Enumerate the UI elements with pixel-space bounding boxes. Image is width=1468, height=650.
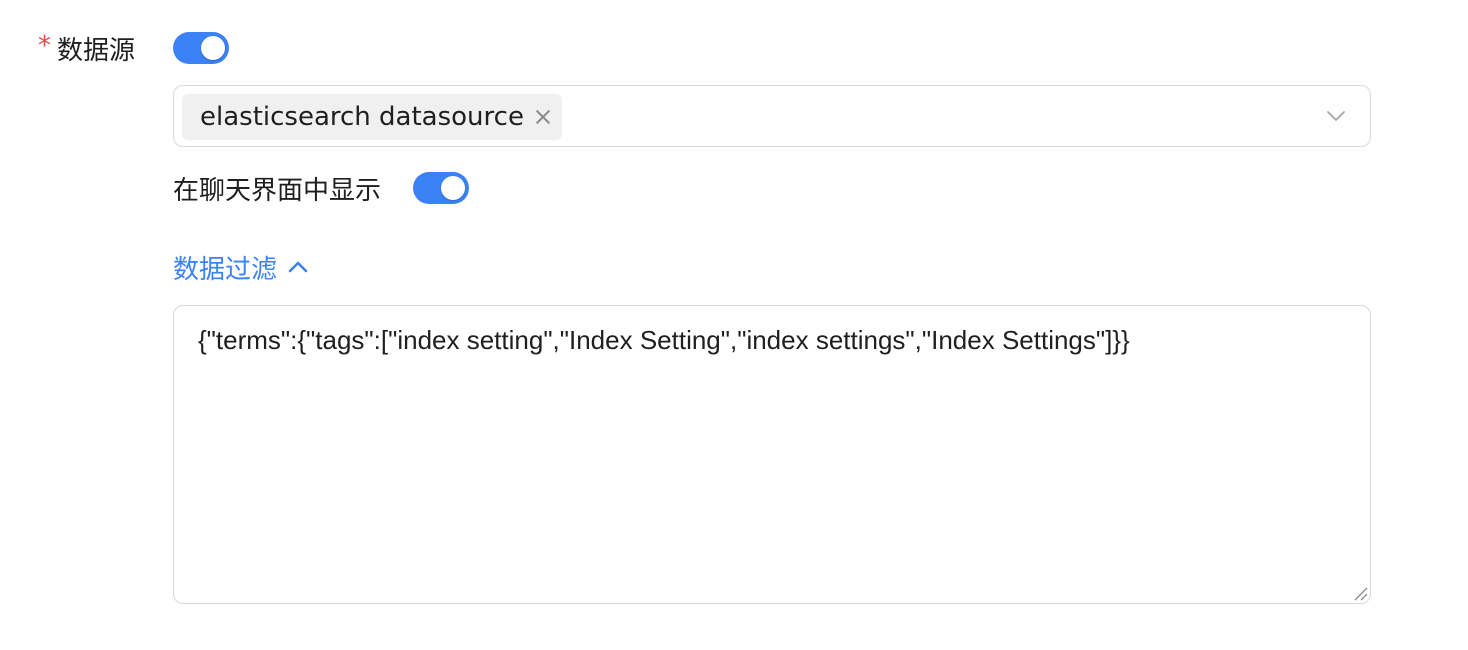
close-icon[interactable] [534,108,552,126]
data-filter-toggle[interactable]: 数据过滤 [173,247,309,287]
chevron-up-icon [288,261,308,273]
show-in-chat-label: 在聊天界面中显示 [173,175,382,206]
resize-handle-icon[interactable] [1352,585,1368,601]
datasource-field-label: * 数据源 [38,28,135,68]
selected-tag-label: elasticsearch datasource [200,102,524,132]
datasource-label: 数据源 [57,35,136,66]
data-filter-label: 数据过滤 [173,254,278,285]
data-filter-textarea[interactable]: {"terms":{"tags":["index setting","Index… [173,305,1371,604]
required-mark: * [38,31,51,61]
datasource-select[interactable]: elasticsearch datasource [173,85,1371,147]
switch-knob [441,176,465,200]
chevron-down-icon[interactable] [1326,106,1346,126]
switch-knob [201,36,225,60]
show-in-chat-toggle-switch[interactable] [413,172,469,204]
selected-tag: elasticsearch datasource [182,94,562,140]
datasource-toggle-switch[interactable] [173,32,229,64]
